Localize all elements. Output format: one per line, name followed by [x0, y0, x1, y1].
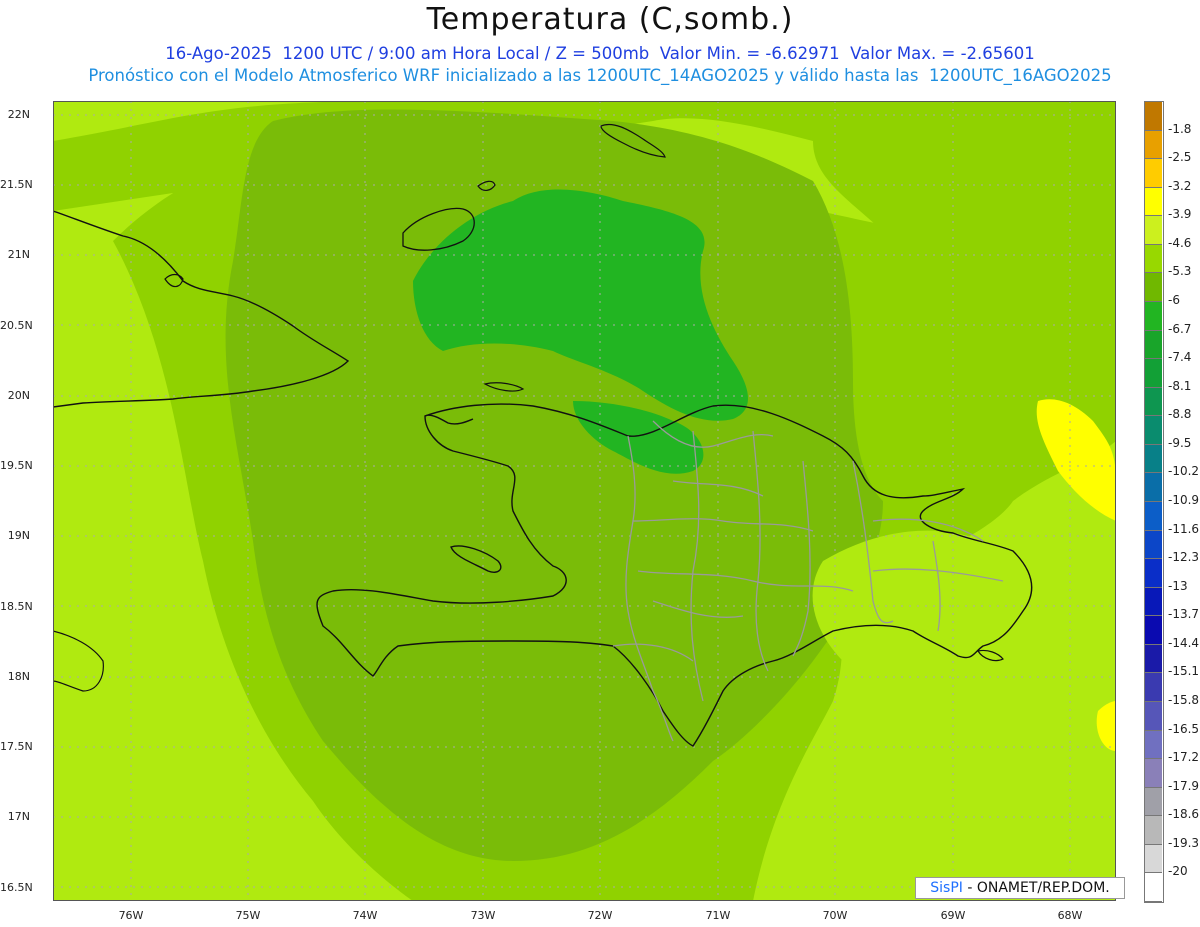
colorbar-swatch — [1145, 387, 1162, 417]
x-label: 73W — [470, 909, 496, 922]
colorbar-swatch — [1145, 673, 1162, 702]
colorbar-label: -6 — [1168, 293, 1180, 307]
colorbar-swatch — [1145, 359, 1162, 388]
colorbar-swatch — [1145, 730, 1162, 760]
colorbar-label: -14.4 — [1168, 635, 1200, 650]
sispi-logo: SisPI — [930, 880, 963, 896]
x-label: 72W — [587, 909, 613, 922]
colorbar-label: -4.6 — [1168, 235, 1192, 250]
colorbar-swatch — [1145, 759, 1162, 788]
valid-time-line: 16-Ago-2025 1200 UTC / 9:00 am Hora Loca… — [165, 44, 1035, 63]
colorbar-label: -18.6 — [1168, 807, 1200, 822]
y-label: 21.5N — [0, 178, 33, 191]
y-label: 17.5N — [0, 740, 33, 753]
x-label: 70W — [822, 909, 848, 922]
colorbar-label: -10.2 — [1168, 464, 1200, 479]
colorbar-label: -3.9 — [1168, 207, 1192, 222]
colorbar-swatch — [1145, 502, 1162, 531]
colorbar-label: -13 — [1168, 578, 1188, 593]
colorbar-label: -17.2 — [1168, 750, 1200, 765]
colorbar-label: -7.4 — [1168, 350, 1192, 365]
colorbar-label: -15.1 — [1168, 664, 1200, 679]
y-label: 18.5N — [0, 600, 33, 613]
colorbar-label: -13.7 — [1168, 607, 1200, 622]
colorbar-swatch — [1145, 216, 1162, 245]
colorbar-swatch — [1145, 416, 1162, 445]
colorbar-label: -8.8 — [1168, 407, 1192, 422]
colorbar-swatch — [1145, 330, 1162, 360]
colorbar-swatch — [1145, 787, 1162, 817]
colorbar-swatch — [1145, 473, 1162, 502]
colorbar-label: -2.5 — [1168, 150, 1192, 165]
colorbar-label: -17.9 — [1168, 778, 1200, 793]
colorbar-swatch — [1145, 587, 1162, 617]
colorbar-label: -6.7 — [1168, 321, 1192, 336]
y-label: 17N — [7, 810, 30, 823]
colorbar-label: -1.8 — [1168, 121, 1192, 136]
colorbar-label: -8.1 — [1168, 378, 1192, 393]
x-label: 69W — [940, 909, 966, 922]
y-label: 19N — [7, 529, 30, 542]
colorbar-swatch — [1145, 844, 1162, 874]
temperature-map — [53, 101, 1116, 901]
y-label: 20.5N — [0, 319, 33, 332]
colorbar-label: -3.2 — [1168, 178, 1192, 193]
colorbar-swatch — [1145, 102, 1162, 131]
x-label: 76W — [118, 909, 144, 922]
y-label: 16.5N — [0, 881, 33, 894]
colorbar-swatch — [1145, 302, 1162, 331]
colorbar-swatch — [1145, 816, 1162, 845]
colorbar-label: -15.8 — [1168, 693, 1200, 707]
field-region-east — [812, 530, 1018, 680]
colorbar-label: -10.9 — [1168, 493, 1200, 507]
colorbar-label: -12.3 — [1168, 550, 1200, 565]
colorbar-swatch — [1145, 444, 1162, 474]
x-label: 68W — [1057, 909, 1083, 922]
x-label: 71W — [705, 909, 731, 922]
colorbar-swatch — [1145, 616, 1162, 645]
y-label: 18N — [7, 670, 30, 683]
map-title: Temperatura (C,somb.) — [426, 2, 794, 37]
colorbar-swatch — [1145, 559, 1162, 588]
colorbar-swatch — [1145, 244, 1162, 274]
x-label: 74W — [352, 909, 378, 922]
colorbar-swatch — [1145, 530, 1162, 560]
colorbar-label: -20 — [1168, 864, 1188, 879]
credit-box: SisPI - ONAMET/REP.DOM. — [915, 877, 1125, 899]
credit-text: - ONAMET/REP.DOM. — [962, 880, 1110, 896]
colorbar-swatch — [1145, 273, 1162, 302]
colorbar-swatch — [1145, 644, 1162, 674]
colorbar-swatch — [1145, 873, 1162, 902]
colorbar-label: -11.6 — [1168, 521, 1200, 536]
x-label: 75W — [235, 909, 261, 922]
colorbar-swatch — [1145, 187, 1162, 217]
y-label: 22N — [7, 108, 30, 121]
colorbar-swatch — [1145, 130, 1162, 160]
y-label: 19.5N — [0, 459, 33, 472]
colorbar-label: -19.3 — [1168, 835, 1200, 850]
colorbar-swatch — [1145, 702, 1162, 731]
colorbar-label: -9.5 — [1168, 435, 1192, 450]
forecast-info-line: Pronóstico con el Modelo Atmosferico WRF… — [88, 66, 1112, 85]
y-label: 21N — [7, 248, 30, 261]
colorbar-label: -16.5 — [1168, 721, 1200, 736]
colorbar-label: -5.3 — [1168, 264, 1192, 279]
colorbar — [1144, 101, 1164, 903]
y-label: 20N — [7, 389, 30, 402]
colorbar-swatch — [1145, 159, 1162, 188]
